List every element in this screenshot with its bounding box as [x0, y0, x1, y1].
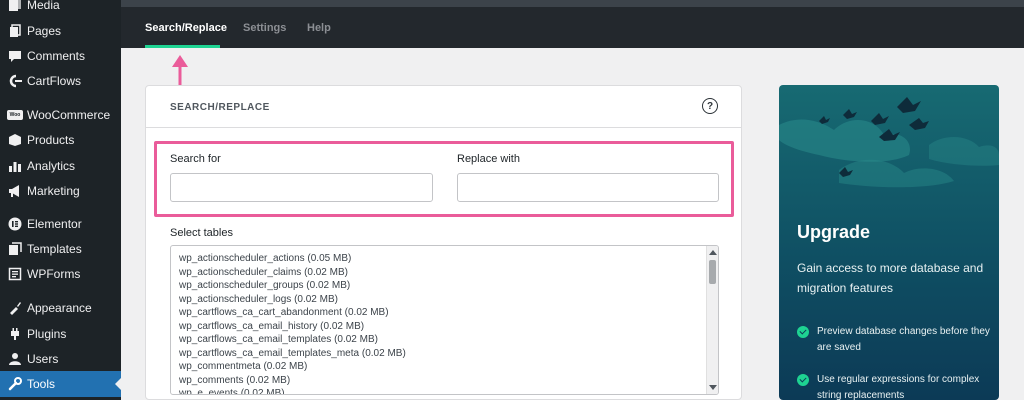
users-icon: [7, 351, 23, 367]
scroll-thumb[interactable]: [709, 260, 716, 284]
wpforms-icon: [7, 266, 23, 282]
sidebar-item-label: Pages: [27, 24, 62, 38]
sidebar-item-media[interactable]: Media: [0, 0, 121, 18]
sidebar-item-label: Plugins: [27, 327, 67, 341]
select-tables-label: Select tables: [170, 227, 233, 239]
tables-select-list[interactable]: wp_actionscheduler_actions (0.05 MB) wp_…: [170, 245, 719, 395]
table-option[interactable]: wp_actionscheduler_logs (0.02 MB): [179, 293, 699, 307]
elementor-icon: [7, 216, 23, 232]
scroll-up-icon[interactable]: [709, 250, 717, 255]
sidebar-item-templates[interactable]: Templates: [0, 236, 121, 262]
analytics-icon: [7, 158, 23, 174]
marketing-icon: [7, 183, 23, 199]
sidebar-item-label: Tools: [27, 377, 56, 391]
tab-help[interactable]: Help: [307, 22, 331, 34]
appearance-icon: [7, 300, 23, 316]
sidebar-item-products[interactable]: Products: [0, 127, 121, 153]
table-option[interactable]: wp_cartflows_ca_email_templates (0.02 MB…: [179, 333, 699, 347]
products-icon: [7, 132, 23, 148]
check-circle-icon: [797, 326, 809, 338]
sidebar-item-plugins[interactable]: Plugins: [0, 321, 121, 347]
pages-icon: [7, 23, 23, 39]
upgrade-feature: Preview database changes before they are…: [797, 324, 992, 356]
upgrade-description: Gain access to more database and migrati…: [797, 261, 984, 295]
templates-icon: [7, 241, 23, 257]
table-option[interactable]: wp_cartflows_ca_email_history (0.02 MB): [179, 320, 699, 334]
sidebar-item-label: Templates: [27, 242, 82, 256]
sidebar-item-tools[interactable]: Tools: [0, 371, 121, 397]
sidebar-item-label: WooCommerce: [27, 108, 111, 122]
table-option[interactable]: wp_cartflows_ca_cart_abandonment (0.02 M…: [179, 306, 699, 320]
tab-settings[interactable]: Settings: [243, 22, 286, 34]
sidebar-item-label: Analytics: [27, 159, 76, 173]
sidebar-item-users[interactable]: Users: [0, 346, 121, 372]
woocommerce-icon: Woo: [7, 107, 23, 123]
help-icon[interactable]: ?: [702, 98, 718, 114]
sidebar-item-elementor[interactable]: Elementor: [0, 211, 121, 237]
sidebar-item-label: Media: [27, 0, 60, 12]
sidebar-item-label: Comments: [27, 49, 86, 63]
sidebar-item-label: WPForms: [27, 267, 81, 281]
sidebar-item-label: Marketing: [27, 184, 80, 198]
sidebar-item-label: Appearance: [27, 301, 92, 315]
sidebar-item-appearance[interactable]: Appearance: [0, 295, 121, 321]
table-option[interactable]: wp_comments (0.02 MB): [179, 374, 699, 388]
media-icon: [7, 0, 23, 13]
cartflows-icon: [7, 73, 23, 89]
sidebar-item-pages[interactable]: Pages: [0, 18, 121, 44]
feature-text: Preview database changes before they are…: [817, 326, 990, 353]
sidebar-item-woocommerce[interactable]: Woo WooCommerce: [0, 102, 121, 128]
admin-bar: [121, 0, 1024, 7]
tables-list: wp_actionscheduler_actions (0.05 MB) wp_…: [179, 252, 699, 394]
scroll-down-icon[interactable]: [709, 385, 717, 390]
table-option[interactable]: wp_actionscheduler_groups (0.02 MB): [179, 279, 699, 293]
table-option[interactable]: wp_actionscheduler_claims (0.02 MB): [179, 266, 699, 280]
sidebar-item-analytics[interactable]: Analytics: [0, 153, 121, 179]
tools-icon: [7, 376, 23, 392]
sidebar-item-label: CartFlows: [27, 74, 82, 88]
upgrade-feature: Use regular expressions for complex stri…: [797, 372, 992, 400]
sidebar-item-label: Products: [27, 133, 75, 147]
admin-sidebar: Media Pages Comments CartFlows Woo WooCo…: [0, 0, 121, 400]
active-tab-indicator: [145, 45, 220, 48]
comments-icon: [7, 48, 23, 64]
table-option[interactable]: wp_commentmeta (0.02 MB): [179, 360, 699, 374]
annotation-highlight-box: [154, 141, 734, 217]
plugins-icon: [7, 326, 23, 342]
check-circle-icon: [797, 374, 809, 386]
table-option[interactable]: wp_actionscheduler_actions (0.05 MB): [179, 252, 699, 266]
tables-scrollbar[interactable]: [706, 246, 718, 394]
upgrade-title: Upgrade: [797, 222, 871, 242]
table-option[interactable]: wp_e_events (0.02 MB): [179, 387, 699, 394]
sidebar-item-label: Elementor: [27, 217, 82, 231]
card-header: SEARCH/REPLACE ?: [146, 86, 741, 128]
feature-text: Use regular expressions for complex stri…: [817, 374, 980, 400]
sidebar-item-comments[interactable]: Comments: [0, 43, 121, 69]
tab-search-replace[interactable]: Search/Replace: [145, 22, 227, 34]
upgrade-panel: Upgrade Gain access to more database and…: [779, 85, 999, 400]
woo-badge-text: Woo: [7, 110, 23, 120]
sidebar-item-cartflows[interactable]: CartFlows: [0, 68, 121, 94]
card-title: SEARCH/REPLACE: [170, 102, 270, 113]
table-option[interactable]: wp_cartflows_ca_email_templates_meta (0.…: [179, 347, 699, 361]
birds-clouds-illustration: [779, 97, 999, 188]
sidebar-item-wpforms[interactable]: WPForms: [0, 261, 121, 287]
sidebar-item-marketing[interactable]: Marketing: [0, 178, 121, 204]
sidebar-item-label: Users: [27, 352, 59, 366]
